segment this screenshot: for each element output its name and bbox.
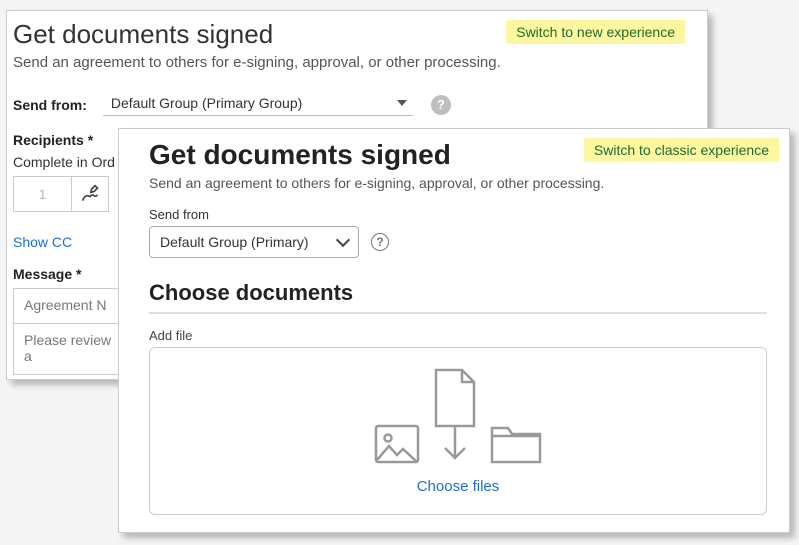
chevron-down-icon bbox=[336, 233, 350, 247]
help-icon[interactable]: ? bbox=[371, 233, 389, 251]
page-subtitle-classic: Send an agreement to others for e-signin… bbox=[13, 54, 707, 71]
send-from-value-modern: Default Group (Primary) bbox=[160, 234, 309, 250]
folder-icon bbox=[490, 424, 542, 464]
send-from-label-classic: Send from: bbox=[13, 97, 87, 113]
recipient-row[interactable]: 1 bbox=[13, 176, 109, 212]
switch-to-classic-link[interactable]: Switch to classic experience bbox=[584, 138, 779, 162]
signer-role-icon[interactable] bbox=[72, 177, 108, 211]
file-download-icon bbox=[432, 368, 478, 464]
caret-down-icon bbox=[397, 100, 407, 106]
send-from-select-modern[interactable]: Default Group (Primary) bbox=[149, 226, 359, 258]
choose-files-link[interactable]: Choose files bbox=[417, 478, 500, 495]
dropzone-icons bbox=[374, 368, 542, 464]
image-icon bbox=[374, 424, 420, 464]
switch-to-new-link[interactable]: Switch to new experience bbox=[506, 20, 685, 44]
send-from-label-modern: Send from bbox=[149, 207, 767, 222]
choose-documents-heading: Choose documents bbox=[149, 280, 767, 314]
modern-panel: Switch to classic experience Get documen… bbox=[118, 128, 790, 533]
message-body-input[interactable]: Please review a bbox=[14, 323, 118, 374]
agreement-name-input[interactable]: Agreement N bbox=[14, 289, 118, 323]
send-from-row-classic: Send from: Default Group (Primary Group)… bbox=[13, 93, 707, 116]
file-dropzone[interactable]: Choose files bbox=[149, 347, 767, 515]
send-from-value-classic: Default Group (Primary Group) bbox=[111, 95, 302, 111]
help-icon[interactable]: ? bbox=[431, 95, 451, 115]
show-cc-link[interactable]: Show CC bbox=[13, 234, 72, 250]
page-subtitle-modern: Send an agreement to others for e-signin… bbox=[149, 175, 767, 191]
send-from-select-classic[interactable]: Default Group (Primary Group) bbox=[103, 93, 413, 116]
add-file-label: Add file bbox=[149, 328, 767, 343]
recipient-number: 1 bbox=[14, 177, 72, 211]
